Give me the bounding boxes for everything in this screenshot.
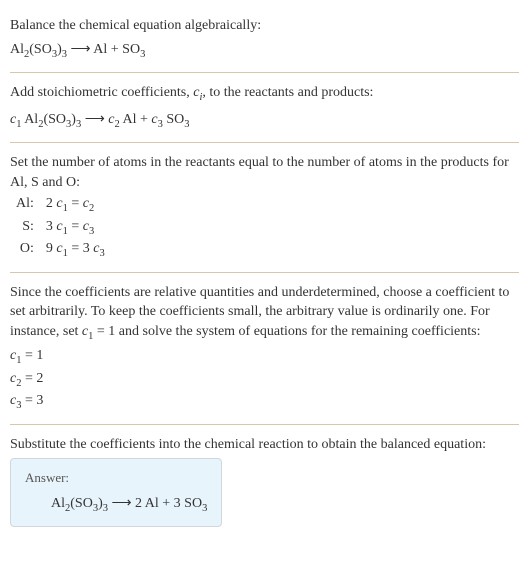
divider — [10, 424, 519, 425]
answer-label: Answer: — [25, 469, 207, 487]
table-row: S: 3 c1 = c3 — [10, 217, 111, 239]
coeff-equation: c1 Al2(SO3)3 ⟶ c2 Al + c3 SO3 — [10, 110, 519, 132]
coefficient-value: c3 = 3 — [10, 391, 519, 413]
table-row: O: 9 c1 = 3 c3 — [10, 239, 111, 261]
section-add-coefficients: Add stoichiometric coefficients, ci, to … — [10, 75, 519, 140]
balanced-equation: Al2(SO3)3 ⟶ 2 Al + 3 SO3 — [25, 494, 207, 516]
divider — [10, 142, 519, 143]
table-row: Al: 2 c1 = c2 — [10, 194, 111, 216]
element-equation: 9 c1 = 3 c3 — [40, 239, 111, 261]
answer-box: Answer: Al2(SO3)3 ⟶ 2 Al + 3 SO3 — [10, 458, 222, 527]
element-label: Al: — [10, 194, 40, 216]
section-problem: Balance the chemical equation algebraica… — [10, 8, 519, 70]
section-solve: Since the coefficients are relative quan… — [10, 275, 519, 422]
atom-balance-intro: Set the number of atoms in the reactants… — [10, 153, 519, 192]
coefficient-value: c1 = 1 — [10, 346, 519, 368]
add-coeff-intro: Add stoichiometric coefficients, ci, to … — [10, 83, 519, 105]
element-equation: 3 c1 = c3 — [40, 217, 111, 239]
atom-balance-table: Al: 2 c1 = c2 S: 3 c1 = c3 O: 9 c1 = 3 c… — [10, 194, 111, 261]
section-answer: Substitute the coefficients into the che… — [10, 427, 519, 535]
answer-intro: Substitute the coefficients into the che… — [10, 435, 519, 455]
problem-intro: Balance the chemical equation algebraica… — [10, 16, 519, 36]
unbalanced-equation: Al2(SO3)3 ⟶ Al + SO3 — [10, 40, 519, 62]
divider — [10, 72, 519, 73]
element-equation: 2 c1 = c2 — [40, 194, 111, 216]
divider — [10, 272, 519, 273]
coefficient-list: c1 = 1 c2 = 2 c3 = 3 — [10, 346, 519, 413]
element-label: O: — [10, 239, 40, 261]
solve-intro: Since the coefficients are relative quan… — [10, 283, 519, 345]
coefficient-value: c2 = 2 — [10, 369, 519, 391]
element-label: S: — [10, 217, 40, 239]
section-atom-balance: Set the number of atoms in the reactants… — [10, 145, 519, 270]
